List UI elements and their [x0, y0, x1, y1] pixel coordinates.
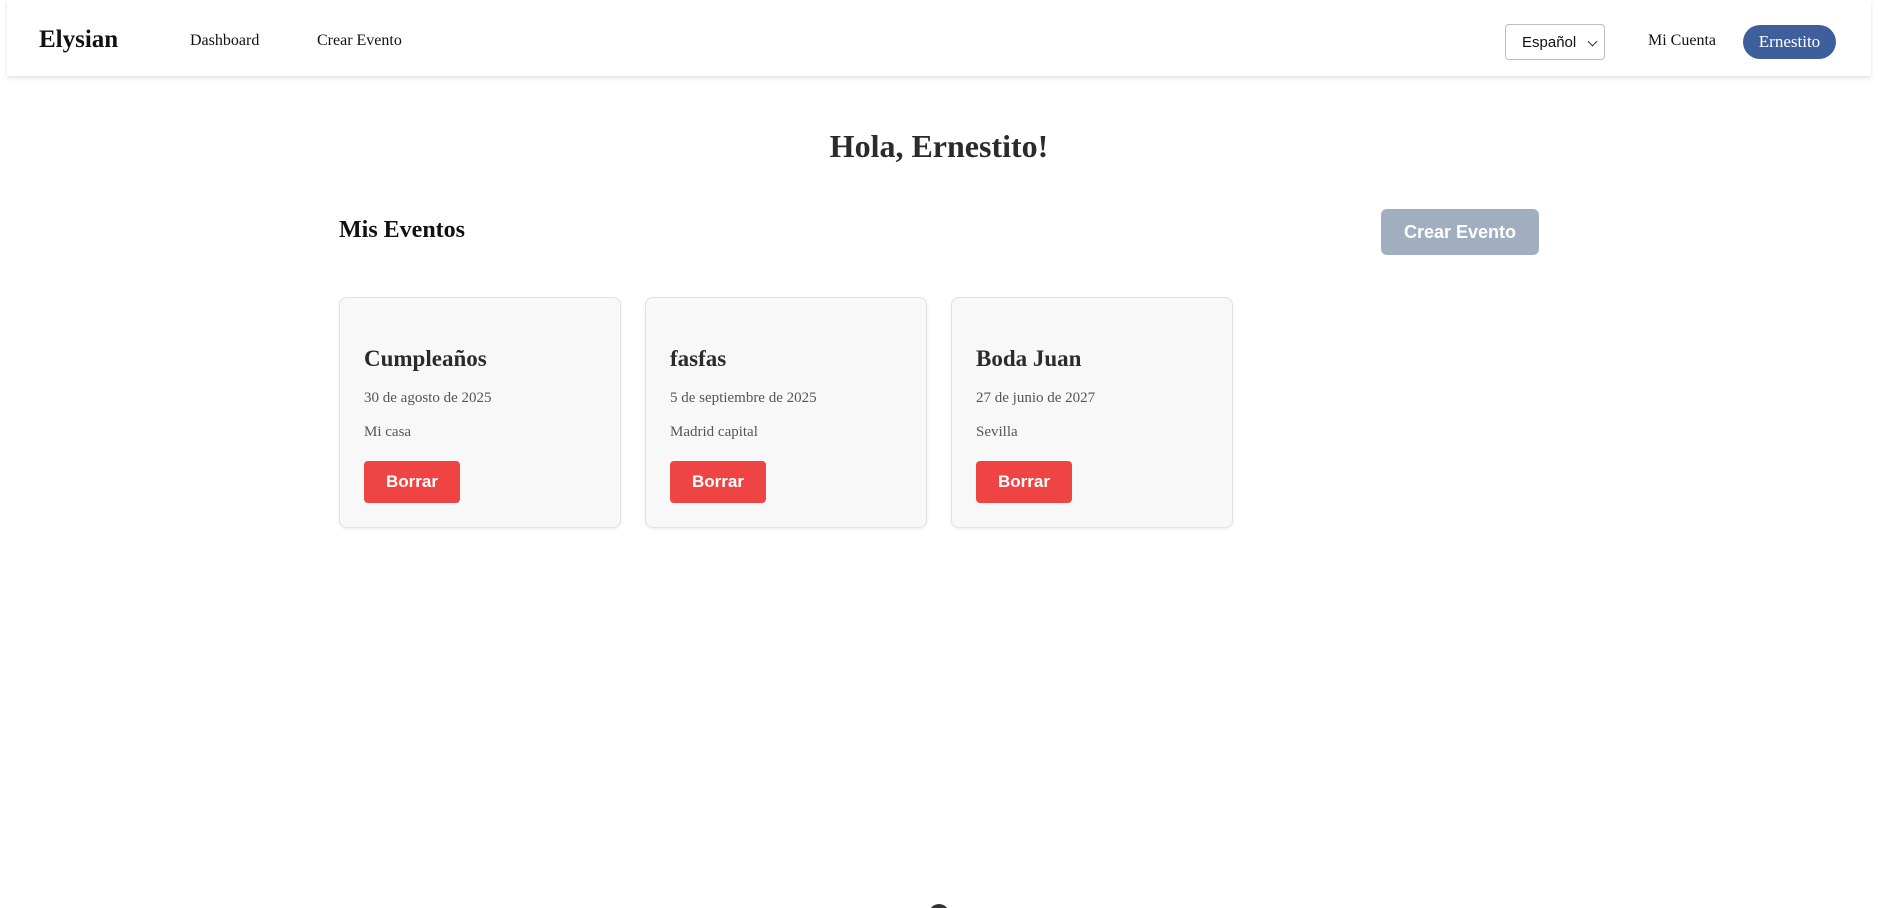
event-title: fasfas: [670, 346, 727, 371]
nav-link-mi-cuenta[interactable]: Mi Cuenta: [1648, 32, 1716, 50]
event-date: 5 de septiembre de 2025: [670, 390, 817, 406]
user-badge[interactable]: Ernestito: [1743, 25, 1836, 59]
event-location: Madrid capital: [670, 424, 758, 440]
events-grid: Cumpleaños 30 de agosto de 2025 Mi casa …: [339, 297, 1233, 528]
chevron-down-icon: [1587, 36, 1598, 47]
delete-event-button[interactable]: Borrar: [670, 461, 766, 503]
event-location: Mi casa: [364, 424, 412, 440]
top-navbar: Elysian Dashboard Crear Evento Español M…: [7, 0, 1871, 76]
language-select[interactable]: Español: [1505, 24, 1605, 60]
nav-link-crear-evento[interactable]: Crear Evento: [317, 32, 402, 50]
event-card: Boda Juan 27 de junio de 2027 Sevilla Bo…: [951, 297, 1233, 528]
delete-event-button[interactable]: Borrar: [976, 461, 1072, 503]
event-card: Cumpleaños 30 de agosto de 2025 Mi casa …: [339, 297, 621, 528]
section-title-mis-eventos: Mis Eventos: [339, 217, 465, 243]
brand-logo[interactable]: Elysian: [39, 26, 118, 54]
event-location: Sevilla: [976, 424, 1018, 440]
create-event-button[interactable]: Crear Evento: [1381, 209, 1539, 255]
event-card: fasfas 5 de septiembre de 2025 Madrid ca…: [645, 297, 927, 528]
event-date: 27 de junio de 2027: [976, 390, 1096, 406]
delete-event-button[interactable]: Borrar: [364, 461, 460, 503]
event-date: 30 de agosto de 2025: [364, 390, 492, 406]
floating-indicator: [929, 904, 949, 908]
nav-link-dashboard[interactable]: Dashboard: [190, 32, 259, 50]
event-title: Boda Juan: [976, 346, 1082, 371]
language-select-value: Español: [1522, 33, 1577, 51]
page: Elysian Dashboard Crear Evento Español M…: [0, 0, 1878, 908]
event-title: Cumpleaños: [364, 346, 487, 371]
greeting-title: Hola, Ernestito!: [829, 128, 1049, 164]
